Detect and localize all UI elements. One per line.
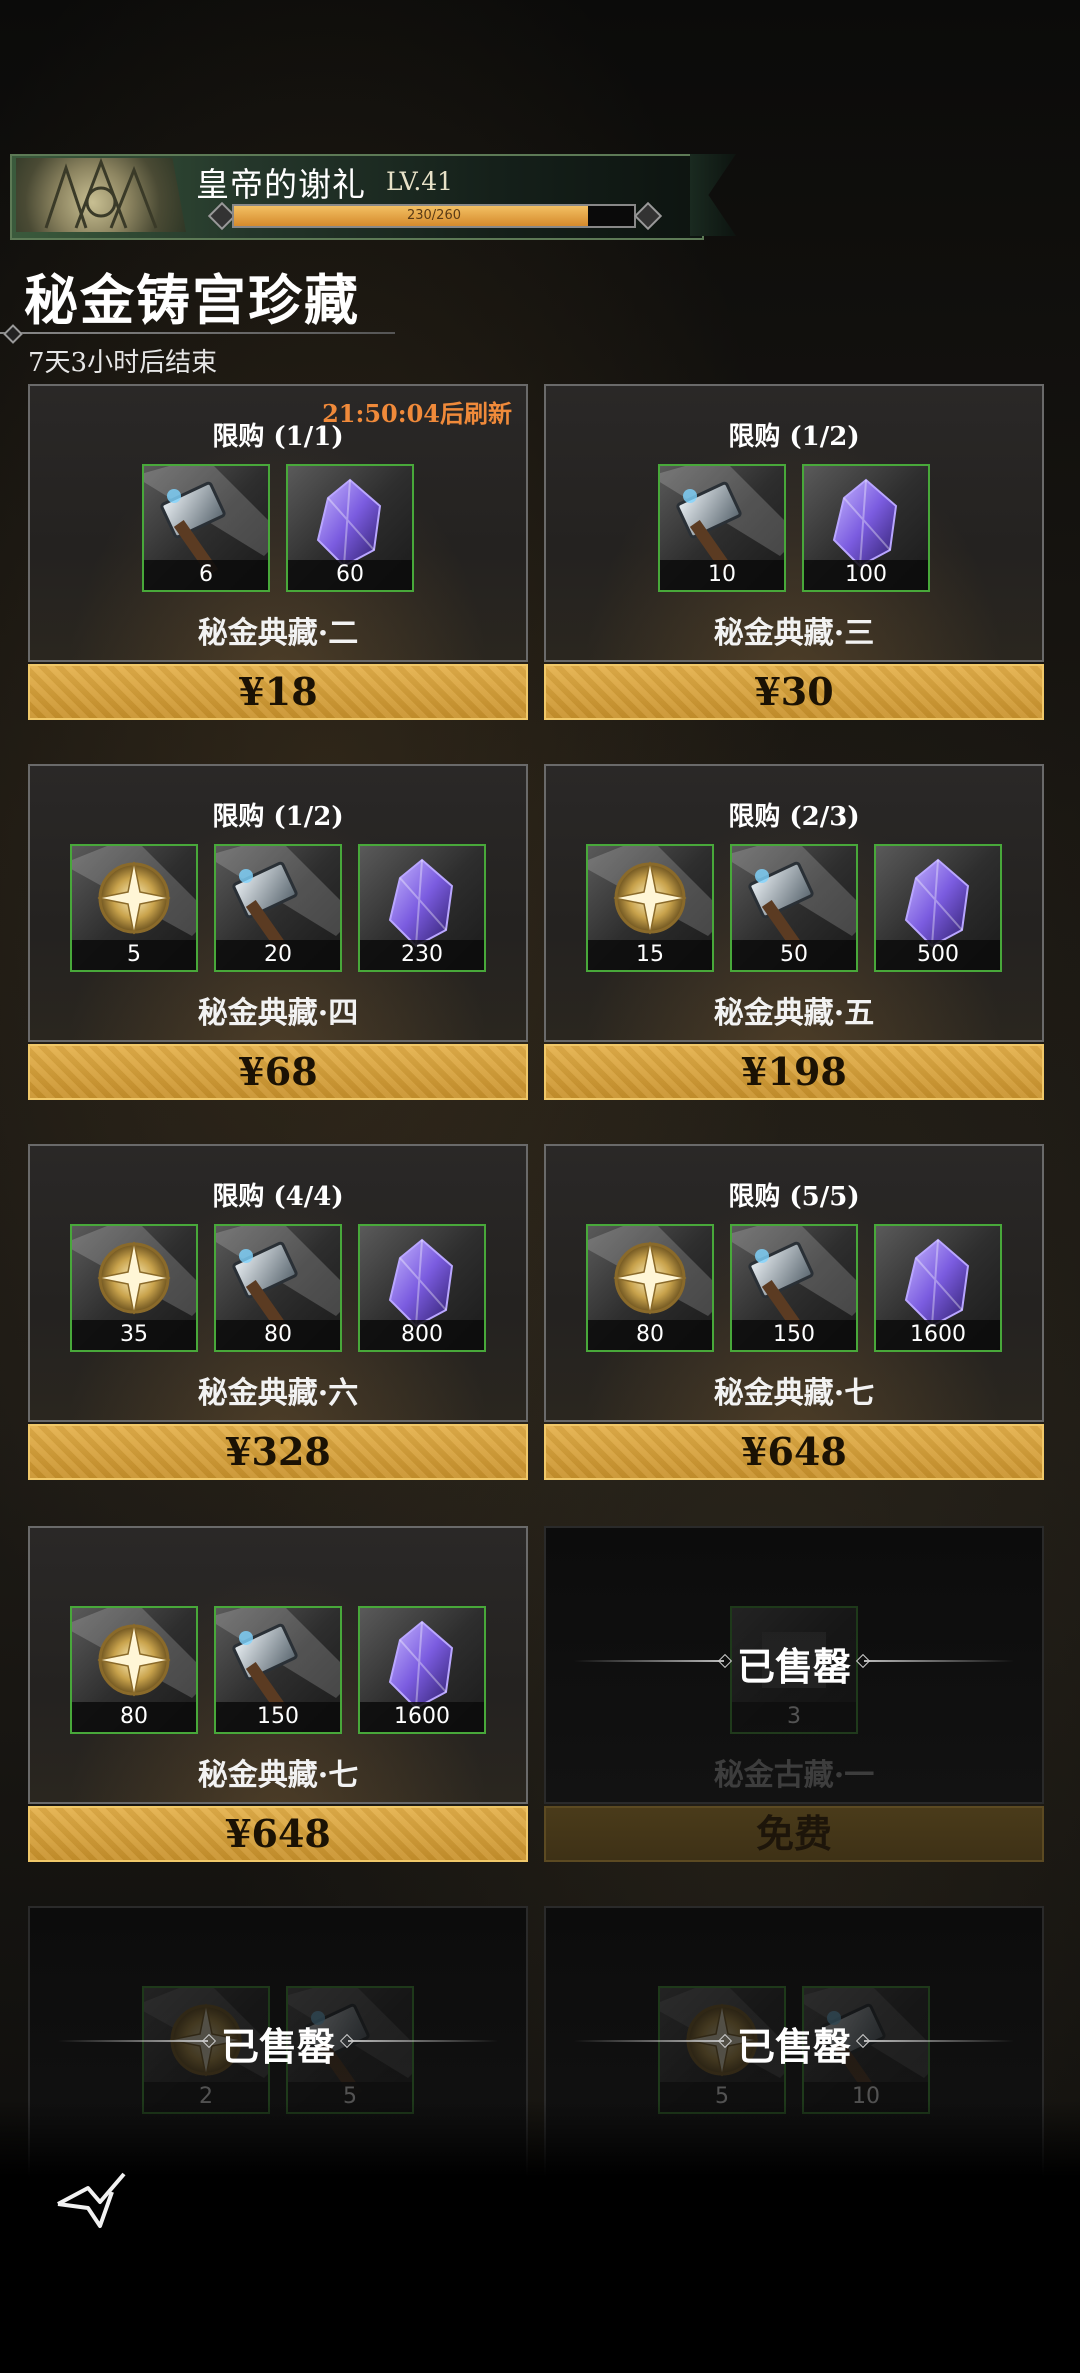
price-button[interactable]: ¥198 xyxy=(544,1044,1044,1100)
item-quantity: 150 xyxy=(732,1320,856,1350)
reward-items: 5 20 230 xyxy=(30,844,526,972)
price-button[interactable]: 免费 xyxy=(544,1806,1044,1862)
price-button[interactable]: ¥30 xyxy=(544,664,1044,720)
bundle-panel: 限购 (1/2) 5 20 230 秘金典藏·四 xyxy=(28,764,528,1042)
item-quantity: 6 xyxy=(144,560,268,590)
hammer-icon[interactable]: 10 xyxy=(658,464,786,592)
item-quantity: 15 xyxy=(588,940,712,970)
bundle-card[interactable]: 限购 (4/4) 35 80 800 秘金典藏·六 ¥328 xyxy=(28,1144,528,1484)
bundle-panel: 80 150 1600 秘金典藏·七 xyxy=(28,1526,528,1804)
item-quantity: 100 xyxy=(804,560,928,590)
bundle-name: 秘金典藏·二 xyxy=(197,616,359,651)
event-banner[interactable]: 皇帝的谢礼 LV.41 230/260 xyxy=(10,154,736,240)
item-quantity: 20 xyxy=(216,940,340,970)
item-quantity: 80 xyxy=(588,1320,712,1350)
bundle-name: 秘金典藏·四 xyxy=(197,996,359,1031)
item-quantity: 10 xyxy=(660,560,784,590)
price-button[interactable]: ¥18 xyxy=(28,664,528,720)
crystal-icon[interactable]: 60 xyxy=(286,464,414,592)
item-quantity: 800 xyxy=(360,1320,484,1350)
hammer-icon[interactable]: 6 xyxy=(142,464,270,592)
purchase-limit: 限购 (5/5) xyxy=(728,1182,860,1212)
compass-medal-icon[interactable]: 5 xyxy=(70,844,198,972)
banner-title: 皇帝的谢礼 xyxy=(196,165,366,204)
purchase-limit: 限购 (4/4) xyxy=(212,1182,344,1212)
item-quantity: 1600 xyxy=(876,1320,1000,1350)
item-quantity: 5 xyxy=(72,940,196,970)
banner-tail xyxy=(690,154,736,236)
bundle-card[interactable]: 3 秘金古藏·一 已售罄 免费 xyxy=(544,1526,1044,1866)
purchase-limit: 限购 (2/3) xyxy=(728,802,860,832)
sold-out-label: 已售罄 xyxy=(736,1644,851,1689)
bundle-card[interactable]: 限购 (2/3) 15 50 500 秘金典藏·五 ¥198 xyxy=(544,764,1044,1104)
item-quantity: 80 xyxy=(216,1320,340,1350)
bundle-card[interactable]: 限购 (1/2) 10 100 秘金典藏·三 ¥30 xyxy=(544,384,1044,724)
hammer-icon[interactable]: 150 xyxy=(214,1606,342,1734)
hammer-icon[interactable]: 150 xyxy=(730,1224,858,1352)
reward-items: 10 100 xyxy=(546,464,1042,592)
sold-out-label: 已售罄 xyxy=(736,2024,851,2069)
hammer-icon[interactable]: 20 xyxy=(214,844,342,972)
item-quantity: 150 xyxy=(216,1702,340,1732)
crystal-icon[interactable]: 800 xyxy=(358,1224,486,1352)
xp-progress-text: 230/260 xyxy=(406,208,461,223)
reward-items: 80 150 1600 xyxy=(546,1224,1042,1352)
banner-level: LV.41 xyxy=(386,167,454,196)
bundle-card[interactable]: 限购 (5/5) 80 150 1600 秘金典藏·七 ¥648 xyxy=(544,1144,1044,1484)
item-quantity: 80 xyxy=(72,1702,196,1732)
bundle-panel: 限购 (2/3) 15 50 500 秘金典藏·五 xyxy=(544,764,1044,1042)
crystal-icon[interactable]: 500 xyxy=(874,844,1002,972)
title-divider xyxy=(0,332,395,334)
bundle-name: 秘金典藏·六 xyxy=(197,1376,359,1411)
compass-medal-icon[interactable]: 15 xyxy=(586,844,714,972)
reward-items: 6 60 xyxy=(30,464,526,592)
item-quantity: 500 xyxy=(876,940,1000,970)
reward-items: 15 50 500 xyxy=(546,844,1042,972)
price-button[interactable]: ¥328 xyxy=(28,1424,528,1480)
reward-items: 35 80 800 xyxy=(30,1224,526,1352)
crystal-icon[interactable]: 1600 xyxy=(358,1606,486,1734)
item-quantity: 1600 xyxy=(360,1702,484,1732)
reward-items: 80 150 1600 xyxy=(30,1606,526,1734)
bundle-card[interactable]: 限购 (1/2) 5 20 230 秘金典藏·四 ¥68 xyxy=(28,764,528,1104)
item-quantity: 230 xyxy=(360,940,484,970)
hammer-icon[interactable]: 80 xyxy=(214,1224,342,1352)
bundle-card[interactable]: 80 150 1600 秘金典藏·七 ¥648 xyxy=(28,1526,528,1866)
compass-medal-icon[interactable]: 35 xyxy=(70,1224,198,1352)
bundle-name: 秘金典藏·七 xyxy=(197,1758,359,1793)
purchase-limit: 限购 (1/2) xyxy=(212,802,344,832)
xp-progress-bar: 230/260 xyxy=(232,204,636,228)
price-button[interactable]: ¥68 xyxy=(28,1044,528,1100)
crystal-icon[interactable]: 1600 xyxy=(874,1224,1002,1352)
price-button[interactable]: ¥648 xyxy=(28,1806,528,1862)
bundle-name: 秘金典藏·三 xyxy=(713,616,875,651)
bundle-panel: 限购 (1/2) 10 100 秘金典藏·三 xyxy=(544,384,1044,662)
bundle-panel: 21:50:04后刷新 限购 (1/1) 6 60 秘金典藏·二 xyxy=(28,384,528,662)
emperor-emblem-icon xyxy=(16,158,186,232)
crystal-icon[interactable]: 100 xyxy=(802,464,930,592)
back-icon[interactable] xyxy=(54,2168,138,2232)
event-countdown: 7天3小时后结束 xyxy=(28,348,218,378)
price-button[interactable]: ¥648 xyxy=(544,1424,1044,1480)
sold-out-overlay: 已售罄 xyxy=(544,1526,1044,1800)
compass-medal-icon[interactable]: 80 xyxy=(70,1606,198,1734)
purchase-limit: 限购 (1/1) xyxy=(212,422,344,452)
sold-out-label: 已售罄 xyxy=(220,2024,335,2069)
item-quantity: 60 xyxy=(288,560,412,590)
item-quantity: 35 xyxy=(72,1320,196,1350)
bottom-fade xyxy=(0,2100,1080,2373)
page-title: 秘金铸宫珍藏 xyxy=(24,268,360,332)
bundle-panel: 限购 (4/4) 35 80 800 秘金典藏·六 xyxy=(28,1144,528,1422)
bundle-name: 秘金典藏·七 xyxy=(713,1376,875,1411)
item-quantity: 50 xyxy=(732,940,856,970)
bundle-card[interactable]: 21:50:04后刷新 限购 (1/1) 6 60 秘金典藏·二 ¥18 xyxy=(28,384,528,724)
crystal-icon[interactable]: 230 xyxy=(358,844,486,972)
bundle-name: 秘金典藏·五 xyxy=(713,996,875,1031)
compass-medal-icon[interactable]: 80 xyxy=(586,1224,714,1352)
purchase-limit: 限购 (1/2) xyxy=(728,422,860,452)
bundle-panel: 限购 (5/5) 80 150 1600 秘金典藏·七 xyxy=(544,1144,1044,1422)
hammer-icon[interactable]: 50 xyxy=(730,844,858,972)
